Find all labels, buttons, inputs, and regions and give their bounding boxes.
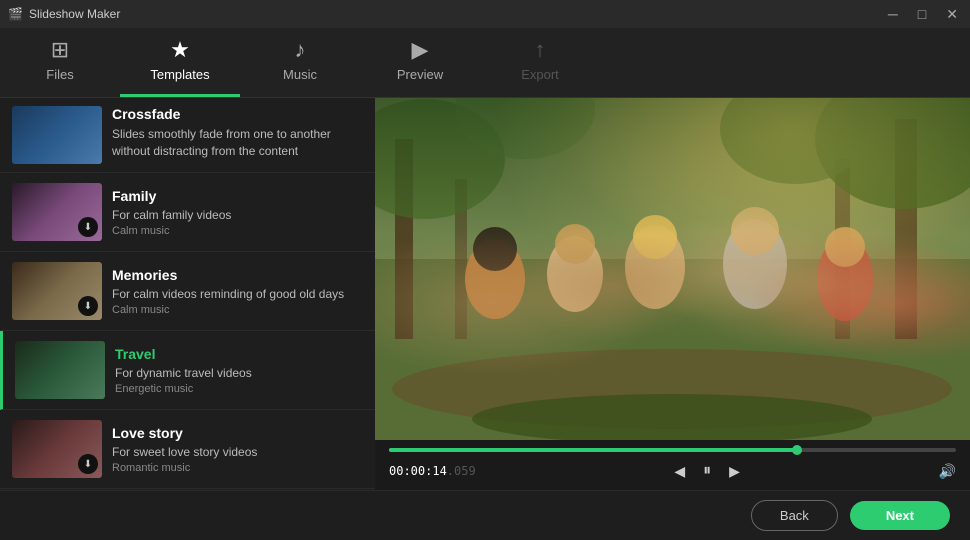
minimize-button[interactable]: ─ (884, 6, 902, 23)
family-desc: For calm family videos (112, 208, 363, 222)
template-item-love-story[interactable]: ⬇ Love story For sweet love story videos… (0, 410, 375, 489)
main-time: 00:00:14 (389, 464, 447, 478)
family-title: Family (112, 188, 363, 204)
preview-icon: ▶ (412, 37, 429, 63)
template-thumb-memories: ⬇ (12, 262, 102, 320)
close-button[interactable]: ✕ (942, 6, 962, 23)
nav-preview[interactable]: ▶ Preview (360, 28, 480, 97)
next-frame-button[interactable]: ▶ (725, 461, 744, 482)
nav-export-label: Export (521, 67, 559, 82)
prev-frame-button[interactable]: ◀ (670, 461, 689, 482)
video-preview (375, 98, 970, 440)
controls-row: 00:00:14.059 ◀ ⏸ ▶ 🔊 (389, 460, 956, 482)
family-music: Calm music (112, 225, 363, 237)
nav-export: ↑ Export (480, 28, 600, 97)
progress-fill (389, 448, 797, 452)
crossfade-info: Crossfade Slides smoothly fade from one … (112, 106, 363, 160)
app-title: Slideshow Maker (29, 7, 120, 21)
memories-desc: For calm videos reminding of good old da… (112, 287, 363, 301)
progress-knob[interactable] (792, 445, 802, 455)
template-item-birthday[interactable]: ⬇ Birthday For birthday party videos Upb… (0, 489, 375, 490)
volume-icon[interactable]: 🔊 (939, 463, 956, 480)
title-bar: 🎬 Slideshow Maker ─ □ ✕ (0, 0, 970, 28)
bottom-bar: Back Next (0, 490, 970, 540)
family-info: Family For calm family videos Calm music (112, 188, 363, 237)
memories-music: Calm music (112, 304, 363, 316)
app-title-area: 🎬 Slideshow Maker (8, 7, 120, 21)
love-desc: For sweet love story videos (112, 445, 363, 459)
template-item-crossfade[interactable]: Crossfade Slides smoothly fade from one … (0, 98, 375, 173)
template-thumb-crossfade (12, 106, 102, 164)
files-icon: ⊞ (51, 37, 69, 63)
memories-title: Memories (112, 267, 363, 283)
people-overlay (375, 98, 970, 440)
nav-preview-label: Preview (397, 67, 443, 82)
travel-music: Energetic music (115, 383, 363, 395)
template-thumb-love: ⬇ (12, 420, 102, 478)
main-content: Crossfade Slides smoothly fade from one … (0, 98, 970, 490)
window-controls[interactable]: ─ □ ✕ (884, 6, 962, 23)
memories-thumb-icon: ⬇ (78, 296, 98, 316)
maximize-button[interactable]: □ (914, 6, 930, 23)
app-icon: 🎬 (8, 7, 23, 21)
love-title: Love story (112, 425, 363, 441)
nav-music[interactable]: ♪ Music (240, 28, 360, 97)
nav-files-label: Files (46, 67, 73, 82)
template-thumb-travel (15, 341, 105, 399)
template-item-memories[interactable]: ⬇ Memories For calm videos reminding of … (0, 252, 375, 331)
template-thumb-family: ⬇ (12, 183, 102, 241)
templates-icon: ★ (170, 37, 190, 63)
travel-title: Travel (115, 346, 363, 362)
export-icon: ↑ (535, 37, 546, 63)
nav-music-label: Music (283, 67, 317, 82)
crossfade-desc: Slides smoothly fade from one to another… (112, 126, 363, 160)
player-controls: 00:00:14.059 ◀ ⏸ ▶ 🔊 (375, 440, 970, 490)
next-button[interactable]: Next (850, 501, 950, 530)
family-thumb-icon: ⬇ (78, 217, 98, 237)
love-info: Love story For sweet love story videos R… (112, 425, 363, 474)
crossfade-title: Crossfade (112, 106, 363, 122)
nav-files[interactable]: ⊞ Files (0, 28, 120, 97)
travel-info: Travel For dynamic travel videos Energet… (115, 346, 363, 395)
time-display: 00:00:14.059 (389, 464, 476, 478)
travel-desc: For dynamic travel videos (115, 366, 363, 380)
template-sidebar[interactable]: Crossfade Slides smoothly fade from one … (0, 98, 375, 490)
decimal-time: .059 (447, 464, 476, 478)
preview-area: 00:00:14.059 ◀ ⏸ ▶ 🔊 (375, 98, 970, 490)
nav-templates[interactable]: ★ Templates (120, 28, 240, 97)
pause-button[interactable]: ⏸ (699, 460, 715, 482)
music-icon: ♪ (295, 37, 306, 63)
top-navigation: ⊞ Files ★ Templates ♪ Music ▶ Preview ↑ … (0, 28, 970, 98)
video-background (375, 98, 970, 440)
template-item-family[interactable]: ⬇ Family For calm family videos Calm mus… (0, 173, 375, 252)
love-music: Romantic music (112, 462, 363, 474)
template-item-travel[interactable]: Travel For dynamic travel videos Energet… (0, 331, 375, 410)
memories-info: Memories For calm videos reminding of go… (112, 267, 363, 316)
love-thumb-icon: ⬇ (78, 454, 98, 474)
back-button[interactable]: Back (751, 500, 838, 531)
nav-templates-label: Templates (150, 67, 209, 82)
progress-bar[interactable] (389, 448, 956, 452)
